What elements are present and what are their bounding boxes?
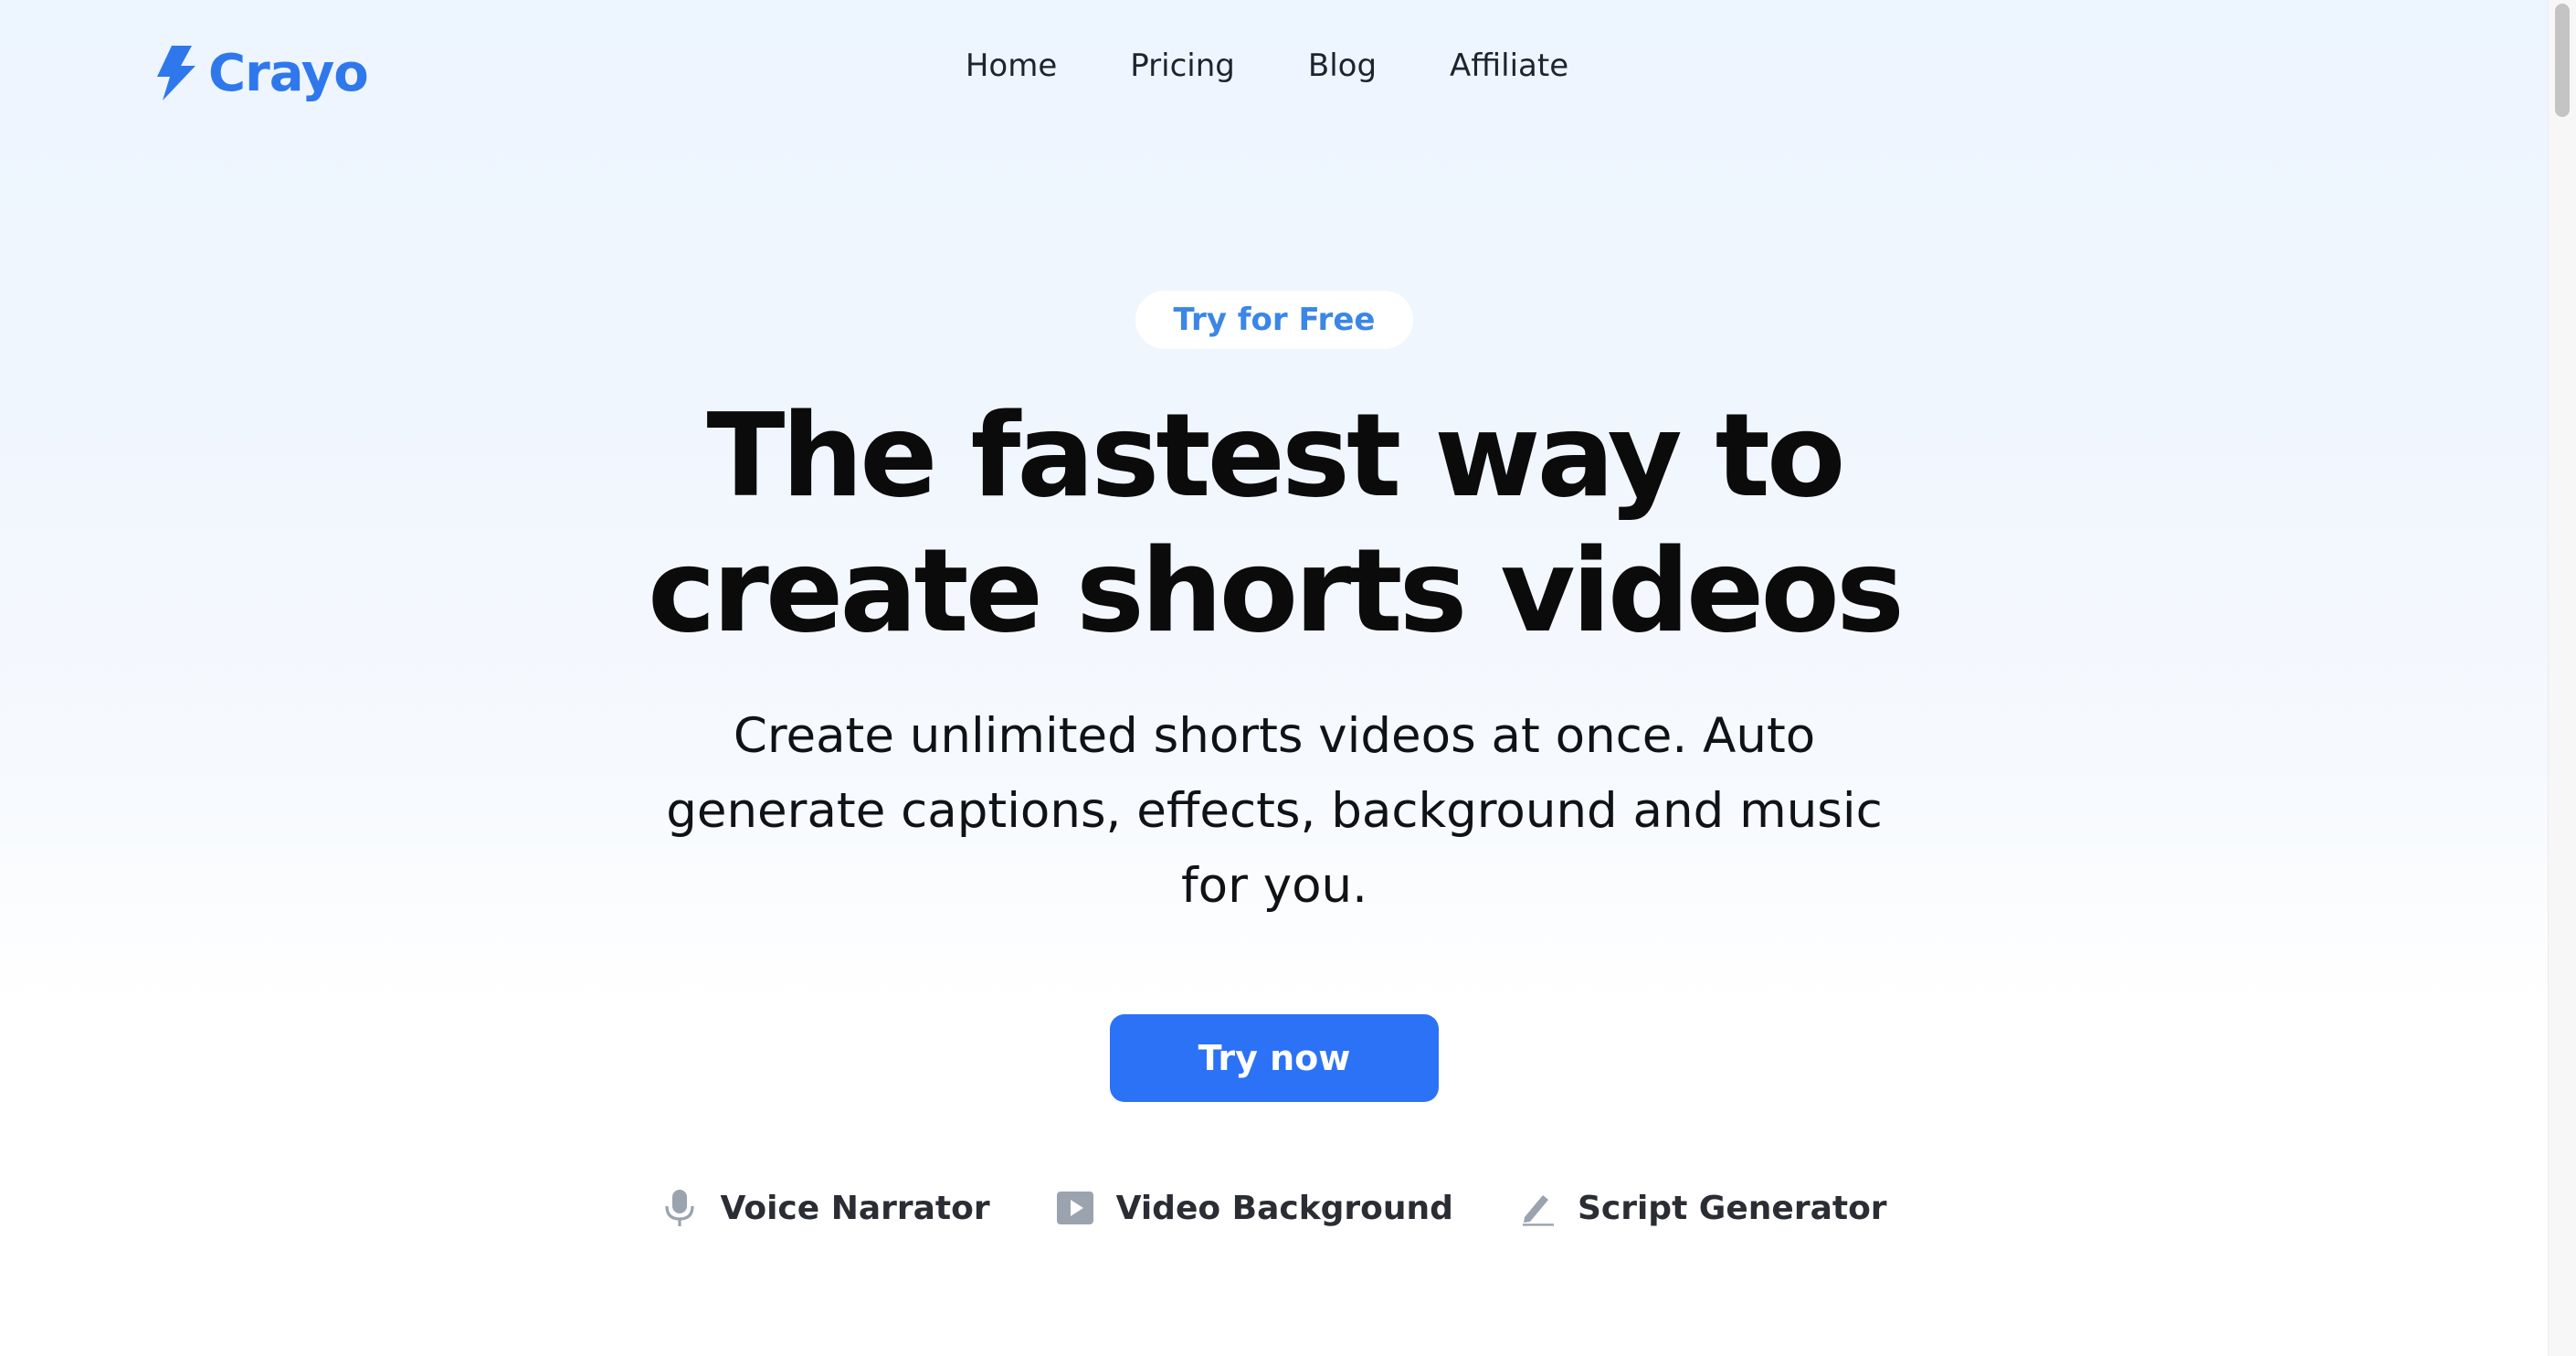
headline-row: The fastest way to create shorts videos xyxy=(0,388,2549,659)
pencil-icon xyxy=(1519,1190,1556,1226)
feature-label: Script Generator xyxy=(1577,1189,1887,1227)
feature-label: Voice Narrator xyxy=(720,1189,990,1227)
scrollbar-thumb[interactable] xyxy=(2555,4,2570,117)
feature-voice-narrator: Voice Narrator xyxy=(661,1188,990,1228)
nav-home[interactable]: Home xyxy=(966,48,1057,84)
nav-affiliate[interactable]: Affiliate xyxy=(1450,48,1568,84)
nav-pricing[interactable]: Pricing xyxy=(1130,48,1235,84)
feature-list: Voice Narrator Video Background Script G… xyxy=(0,1188,2549,1228)
play-icon xyxy=(1056,1191,1094,1225)
cta-row: Try now xyxy=(0,1014,2549,1102)
badge-row: Try for Free xyxy=(0,291,2549,349)
nav-blog[interactable]: Blog xyxy=(1308,48,1377,84)
feature-video-background: Video Background xyxy=(1056,1190,1453,1227)
subheadline-row: Create unlimited shorts videos at once. … xyxy=(0,699,2549,924)
scrollbar[interactable] xyxy=(2548,0,2576,1356)
hero-subheadline: Create unlimited shorts videos at once. … xyxy=(666,708,1883,914)
try-now-button[interactable]: Try now xyxy=(1110,1014,1439,1102)
feature-label: Video Background xyxy=(1115,1189,1453,1227)
try-for-free-badge[interactable]: Try for Free xyxy=(1135,291,1414,349)
site-header: Crayo Home Pricing Blog Affiliate xyxy=(0,0,2549,146)
feature-script-generator: Script Generator xyxy=(1519,1190,1887,1227)
hero-headline: The fastest way to create shorts videos xyxy=(648,388,1905,658)
main-nav: Home Pricing Blog Affiliate xyxy=(0,48,2541,84)
microphone-icon xyxy=(661,1188,698,1228)
